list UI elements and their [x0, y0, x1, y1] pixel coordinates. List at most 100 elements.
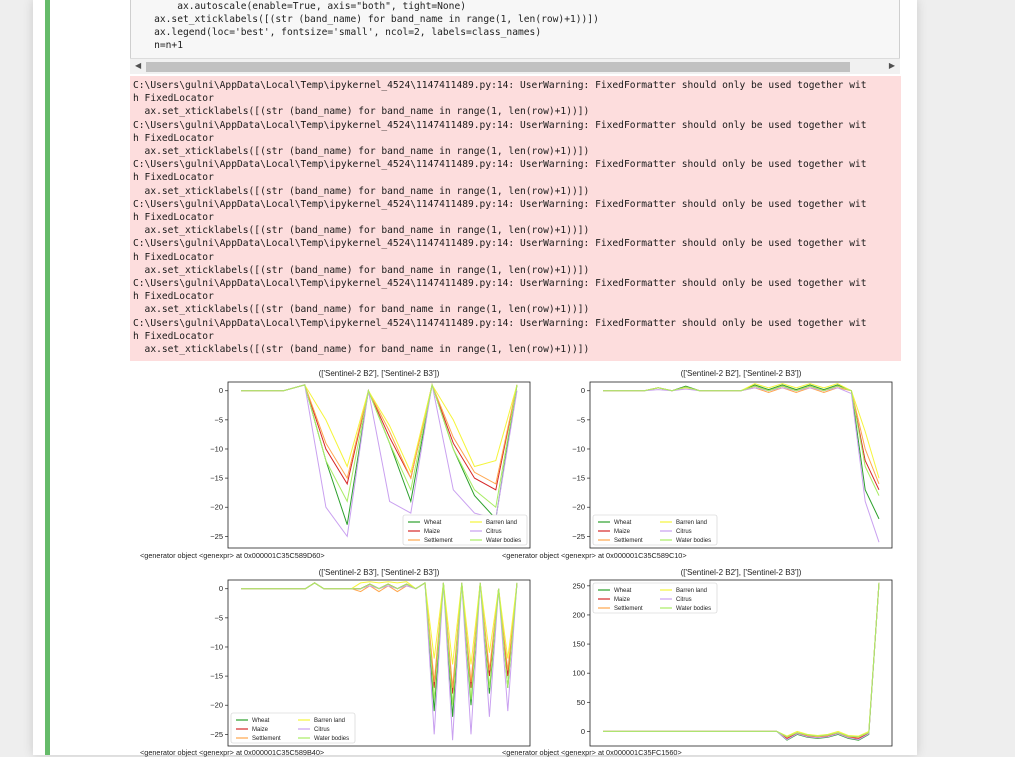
y-tick-label: 50 — [577, 698, 585, 707]
generator-output-text: <generator object <genexpr> at 0x000001C… — [502, 551, 687, 560]
legend-label: Wheat — [424, 520, 442, 526]
y-tick-label: −10 — [572, 444, 585, 453]
y-tick-label: −20 — [210, 503, 223, 512]
series-line-settlement — [603, 386, 880, 485]
legend-label: Maize — [252, 727, 269, 733]
code-line: n=n+1 — [131, 40, 183, 51]
series-line-wheat — [241, 384, 518, 525]
series-line-barren-land — [603, 383, 880, 479]
line-chart: 0 −5 −10 −15 −20 −25 Wheat Maize Settlement Barre… — [210, 381, 531, 549]
warning-line: h FixedLocator — [133, 291, 214, 303]
legend-label: Settlement — [252, 736, 281, 742]
series-line-water-bodies — [241, 582, 518, 706]
y-tick-label: −15 — [210, 474, 223, 483]
horizontal-scrollbar[interactable]: ◀ ▶ — [130, 58, 900, 74]
stderr-output: C:\Users\gulni\AppData\Local\Temp\ipyker… — [130, 76, 901, 361]
y-tick-label: 100 — [572, 669, 585, 678]
warning-line: h FixedLocator — [133, 172, 214, 184]
legend-label: Barren land — [486, 520, 517, 526]
warning-line: C:\Users\gulni\AppData\Local\Temp\ipyker… — [133, 238, 867, 250]
y-tick-label: 150 — [572, 640, 585, 649]
legend-label: Maize — [614, 597, 631, 603]
legend-label: Wheat — [614, 588, 632, 594]
warning-line: h FixedLocator — [133, 330, 214, 342]
warning-line: ax.set_xticklabels([(str (band_name) for… — [133, 185, 590, 197]
warning-line: h FixedLocator — [133, 132, 214, 144]
legend-label: Maize — [424, 529, 441, 535]
legend-label: Barren land — [676, 588, 707, 594]
legend-label: Barren land — [314, 718, 345, 724]
legend-label: Settlement — [614, 606, 643, 612]
generator-output-text: <generator object <genexpr> at 0x000001C… — [140, 748, 325, 757]
legend-label: Barren land — [676, 520, 707, 526]
warning-line: ax.set_xticklabels([(str (band_name) for… — [133, 225, 590, 237]
y-tick-label: −5 — [576, 415, 585, 424]
y-tick-label: −10 — [210, 444, 223, 453]
warning-line: C:\Users\gulni\AppData\Local\Temp\ipyker… — [133, 159, 867, 171]
y-tick-label: 0 — [219, 584, 223, 593]
legend-label: Citrus — [676, 597, 692, 603]
scrollbar-thumb[interactable] — [146, 62, 850, 72]
y-tick-label: −5 — [214, 415, 223, 424]
legend-label: Citrus — [314, 727, 330, 733]
legend-label: Water bodies — [486, 538, 521, 544]
scroll-left-icon[interactable]: ◀ — [135, 61, 141, 71]
generator-output-text: <generator object <genexpr> at 0x000001C… — [140, 551, 325, 560]
line-chart: 250 200 150 100 50 0 Wheat Maize Settlement Barre… — [572, 579, 893, 747]
warning-line: h FixedLocator — [133, 212, 214, 223]
legend-label: Citrus — [676, 529, 692, 535]
y-tick-label: −25 — [210, 532, 223, 541]
y-tick-label: −25 — [210, 730, 223, 739]
y-tick-label: 0 — [581, 386, 585, 395]
series-line-barren-land — [241, 383, 518, 474]
warning-line: ax.set_xticklabels([(str (band_name) for… — [133, 264, 590, 276]
warning-line: ax.set_xticklabels([(str (band_name) for… — [133, 304, 590, 316]
code-line: ax.set_xticklabels([(str (band_name) for… — [131, 14, 599, 25]
scroll-right-icon[interactable]: ▶ — [889, 61, 895, 71]
series-line-maize — [603, 385, 880, 491]
warning-line: C:\Users\gulni\AppData\Local\Temp\ipyker… — [133, 119, 867, 131]
warning-line: h FixedLocator — [133, 93, 214, 105]
y-tick-label: −20 — [572, 503, 585, 512]
chart-title: (['Sentinel-2 B2'], ['Sentinel-2 B3']) — [318, 369, 440, 378]
generator-output-text: <generator object <genexpr> at 0x000001C… — [502, 748, 682, 757]
legend-label: Settlement — [614, 538, 643, 544]
y-tick-label: −5 — [214, 613, 223, 622]
y-tick-label: −20 — [210, 701, 223, 710]
warning-line: ax.set_xticklabels([(str (band_name) for… — [133, 106, 590, 118]
y-tick-label: 0 — [581, 727, 585, 736]
line-chart: 0 −5 −10 −15 −20 −25 Wheat Maize Settlement Barre… — [572, 381, 893, 549]
warning-line: h FixedLocator — [133, 251, 214, 263]
legend-label: Water bodies — [314, 736, 349, 742]
series-line-maize — [241, 383, 518, 491]
legend-label: Water bodies — [676, 606, 711, 612]
warning-line: ax.set_xticklabels([(str (band_name) for… — [133, 344, 590, 355]
warning-line: ax.set_xticklabels([(str (band_name) for… — [133, 146, 590, 157]
series-line-settlement — [241, 383, 518, 485]
legend-label: Citrus — [486, 529, 502, 535]
code-line: ax.legend(loc='best', fontsize='small', … — [131, 27, 542, 38]
code-line: ax.autoscale(enable=True, axis="both", t… — [131, 1, 467, 12]
y-tick-label: 200 — [572, 610, 585, 619]
cell-selection-bar — [45, 0, 50, 755]
chart-title: (['Sentinel-2 B2'], ['Sentinel-2 B3']) — [680, 369, 802, 378]
legend-label: Settlement — [424, 538, 453, 544]
legend-label: Wheat — [252, 718, 270, 724]
series-line-wheat — [603, 384, 880, 520]
warning-line: C:\Users\gulni\AppData\Local\Temp\ipyker… — [133, 317, 867, 329]
warning-line: C:\Users\gulni\AppData\Local\Temp\ipyker… — [133, 80, 867, 91]
series-line-water-bodies — [603, 385, 880, 496]
y-tick-label: −25 — [572, 532, 585, 541]
chart-title: (['Sentinel-2 B3'], ['Sentinel-2 B3']) — [318, 568, 440, 577]
legend-label: Maize — [614, 529, 631, 535]
y-tick-label: −15 — [210, 672, 223, 681]
series-line-wheat — [241, 582, 518, 717]
y-tick-label: 0 — [219, 386, 223, 395]
y-tick-label: −15 — [572, 474, 585, 483]
chart-title: (['Sentinel-2 B2'], ['Sentinel-2 B3']) — [680, 568, 802, 577]
warning-line: C:\Users\gulni\AppData\Local\Temp\ipyker… — [133, 278, 867, 289]
line-chart: 0 −5 −10 −15 −20 −25 Wheat Maize Settlement Barre… — [210, 579, 531, 747]
legend-label: Water bodies — [676, 538, 711, 544]
y-tick-label: 250 — [572, 581, 585, 590]
y-tick-label: −10 — [210, 642, 223, 651]
